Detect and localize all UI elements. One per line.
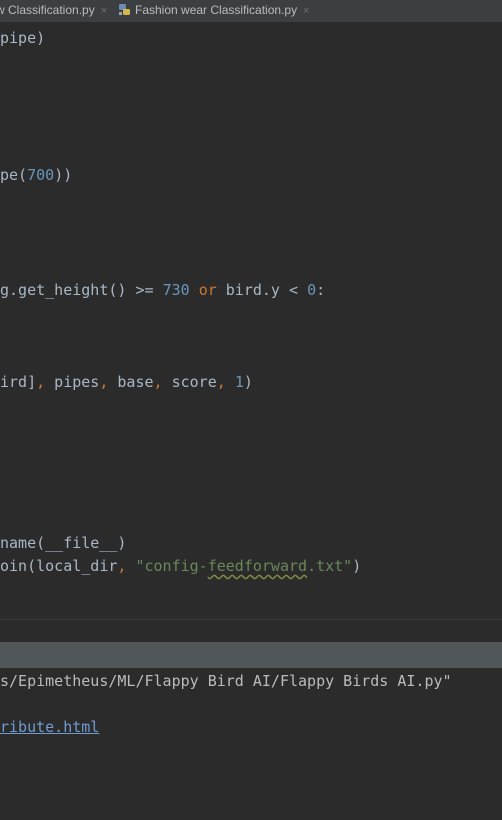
- code-line: oin(local_dir, "config-feedforward.txt"): [0, 557, 362, 575]
- run-panel-header[interactable]: [0, 642, 502, 668]
- code-line: ird], pipes, base, score, 1): [0, 373, 253, 391]
- close-icon[interactable]: ×: [303, 5, 309, 17]
- console-command-line: s/Epimetheus/ML/Flappy Bird AI/Flappy Bi…: [0, 672, 452, 690]
- tab-fashion-wear-classification[interactable]: Fashion wear Classification.py ×: [118, 0, 310, 22]
- editor-tab-bar: w Classification.py × Fashion wear Classi…: [0, 0, 502, 23]
- code-line: pe(700)): [0, 166, 73, 184]
- python-file-icon: [119, 4, 130, 15]
- run-console[interactable]: s/Epimetheus/ML/Flappy Bird AI/Flappy Bi…: [0, 668, 502, 820]
- code-line: name(__file__): [0, 534, 127, 552]
- close-icon[interactable]: ×: [101, 5, 107, 17]
- code-line: pipe): [0, 29, 46, 47]
- tab-classification[interactable]: w Classification.py ×: [0, 0, 107, 22]
- code-editor[interactable]: pipe) pe(700)) g.get_height() >= 730 or …: [0, 23, 502, 619]
- spellcheck-warning: feedforward: [207, 557, 308, 575]
- tab-label: w Classification.py: [0, 3, 95, 17]
- code-line: g.get_height() >= 730 or bird.y < 0:: [0, 281, 326, 299]
- tab-label: Fashion wear Classification.py: [135, 3, 298, 17]
- editor-bottom-strip: [0, 620, 502, 642]
- console-link[interactable]: ribute.html: [0, 718, 99, 736]
